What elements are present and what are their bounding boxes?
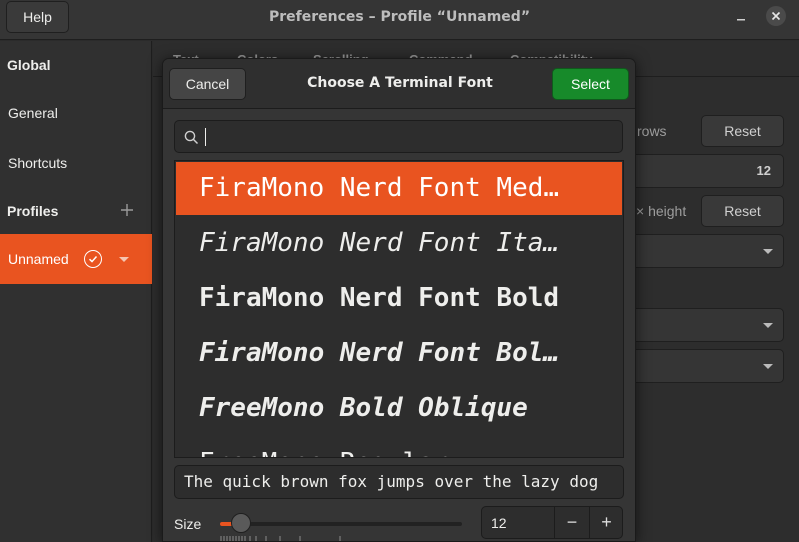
- sidebar-item-unnamed-profile[interactable]: Unnamed: [0, 234, 152, 284]
- size-spin-field-bg[interactable]: 12: [629, 154, 784, 188]
- chevron-down-icon: [763, 364, 773, 369]
- font-preview-text[interactable]: The quick brown fox jumps over the lazy …: [174, 465, 624, 499]
- dropdown-bg-3[interactable]: [629, 349, 784, 383]
- dropdown-bg-1[interactable]: [629, 234, 784, 268]
- font-search-input[interactable]: [174, 120, 623, 153]
- profile-menu-chevron-down-icon[interactable]: [119, 257, 129, 262]
- size-slider-handle[interactable]: [231, 513, 251, 533]
- add-profile-icon[interactable]: [120, 203, 134, 217]
- size-value: 12: [491, 515, 507, 531]
- font-list-item[interactable]: FiraMono Nerd Font Ita…: [176, 217, 622, 270]
- size-slider-track[interactable]: [220, 522, 462, 526]
- window-title: Preferences – Profile “Unnamed”: [268, 9, 531, 25]
- size-spin-value-bg: 12: [756, 163, 771, 178]
- dialog-header: Cancel Choose A Terminal Font Select: [163, 59, 635, 109]
- title-bar: Help Preferences – Profile “Unnamed”: [0, 0, 799, 40]
- font-list[interactable]: FiraMono Nerd Font Med… FiraMono Nerd Fon…: [174, 160, 624, 458]
- sidebar-heading-global: Global: [7, 57, 51, 73]
- sidebar-item-general[interactable]: General: [8, 105, 58, 121]
- height-label: × height: [636, 203, 687, 219]
- sidebar-item-shortcuts[interactable]: Shortcuts: [8, 155, 67, 171]
- reset-spacing-button[interactable]: Reset: [701, 195, 784, 227]
- profile-label: Unnamed: [8, 251, 69, 267]
- increase-size-button[interactable]: +: [589, 507, 623, 538]
- font-list-item[interactable]: FiraMono Nerd Font Med…: [176, 162, 622, 215]
- rows-label: rows: [637, 123, 667, 139]
- default-profile-check-icon: [84, 250, 102, 268]
- size-label: Size: [174, 516, 202, 532]
- search-icon: [184, 130, 199, 148]
- dropdown-bg-2[interactable]: [629, 308, 784, 342]
- font-list-item[interactable]: FreeMono Bold Oblique: [176, 382, 622, 435]
- select-button[interactable]: Select: [552, 68, 629, 100]
- sidebar-heading-profiles: Profiles: [7, 203, 59, 219]
- text-cursor: [205, 128, 206, 146]
- chevron-down-icon: [763, 249, 773, 254]
- close-icon[interactable]: [766, 6, 786, 26]
- decrease-size-button[interactable]: −: [554, 507, 589, 538]
- font-chooser-dialog: Cancel Choose A Terminal Font Select Fir…: [162, 58, 636, 542]
- minimize-icon[interactable]: [733, 9, 749, 25]
- size-slider-ticks: [220, 536, 341, 541]
- reset-size-button[interactable]: Reset: [701, 115, 784, 147]
- sidebar: Global General Shortcuts Profiles Unname…: [0, 41, 152, 542]
- font-list-item[interactable]: FreeMono Regular: [176, 437, 622, 457]
- chevron-down-icon: [763, 323, 773, 328]
- font-list-item[interactable]: FiraMono Nerd Font Bol…: [176, 327, 622, 380]
- size-spin-button[interactable]: 12 − +: [481, 506, 623, 539]
- font-list-item[interactable]: FiraMono Nerd Font Bold: [176, 272, 622, 325]
